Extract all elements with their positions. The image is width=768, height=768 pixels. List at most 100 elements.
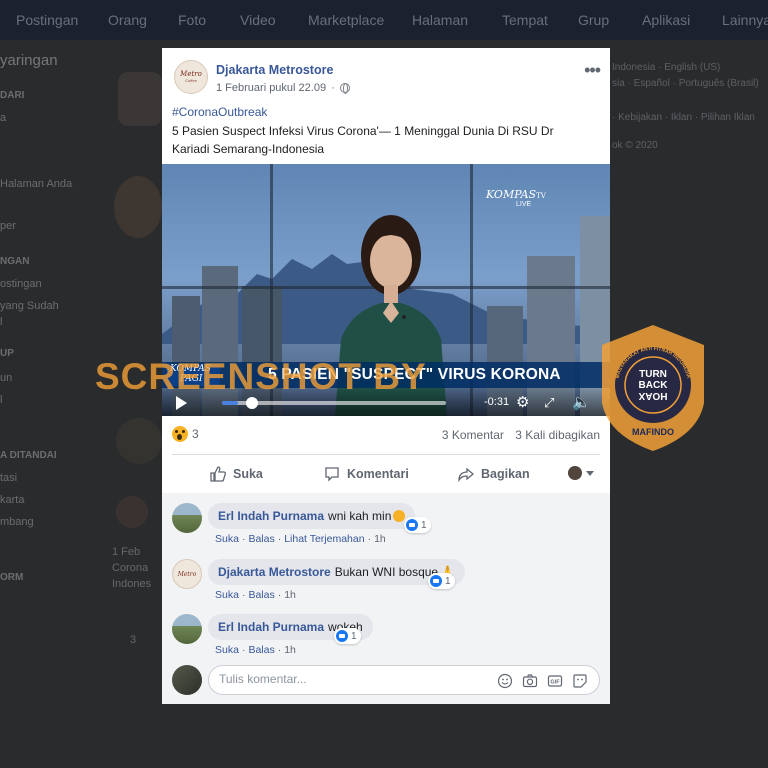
- bg-left-text: yaringan: [0, 52, 58, 69]
- comment-input[interactable]: [219, 672, 489, 686]
- comment-author-link[interactable]: Djakarta Metrostore: [218, 565, 331, 579]
- gif-icon[interactable]: GIF: [547, 673, 563, 689]
- bg-nav-item: Orang: [108, 12, 147, 28]
- current-user-avatar[interactable]: [172, 665, 202, 695]
- post-actions: Suka Komentari Bagikan: [172, 460, 600, 488]
- bg-nav-item: Tempat: [502, 12, 548, 28]
- comment-like-count: 1: [421, 519, 427, 531]
- bg-left-text: NGAN: [0, 256, 30, 267]
- bg-post-date: 1 Feb: [112, 546, 141, 558]
- bg-left-text: l: [0, 316, 3, 328]
- like-reaction-icon: [406, 519, 418, 531]
- hashtag-link[interactable]: #CoronaOutbreak: [172, 105, 267, 119]
- bg-nav-item: Postingan: [16, 12, 79, 28]
- bg-nav-item: Marketplace: [308, 12, 385, 28]
- comment-time[interactable]: 1h: [284, 589, 296, 601]
- comment-like-link[interactable]: Suka: [215, 533, 239, 545]
- commenter-avatar[interactable]: [172, 614, 202, 644]
- emoji-icon[interactable]: [497, 673, 513, 689]
- bg-left-text: l: [0, 394, 3, 406]
- comment-text: wni kah min: [328, 509, 392, 523]
- bg-left-text: per: [0, 220, 16, 232]
- video-progress-handle[interactable]: [246, 397, 258, 409]
- comment-like-count: 1: [445, 575, 451, 587]
- settings-gear-icon[interactable]: ⚙: [516, 393, 529, 411]
- comment-like-badge[interactable]: 1: [334, 628, 361, 644]
- comment-like-count: 1: [351, 630, 357, 642]
- comment-meta: Suka · Balas · Lihat Terjemahan · 1h: [215, 533, 386, 545]
- comment-button[interactable]: Komentari: [324, 466, 409, 482]
- camera-icon[interactable]: [522, 673, 538, 689]
- see-translation-link[interactable]: Lihat Terjemahan: [284, 533, 364, 545]
- divider: [172, 454, 600, 455]
- bg-post-count: 3: [130, 634, 137, 646]
- kompas-tv-logo: KOMPASTV LIVE: [486, 188, 546, 208]
- bg-footer-text: Indonesia · English (US): [612, 62, 721, 73]
- share-count-link[interactable]: 3 Kali dibagikan: [515, 428, 600, 442]
- comment-reply-link[interactable]: Balas: [248, 589, 274, 601]
- bg-left-text: ORM: [0, 572, 24, 583]
- comment-meta: Suka · Balas · 1h: [215, 644, 296, 656]
- bg-left-text: Halaman Anda: [0, 178, 73, 190]
- reaction-count[interactable]: 3: [192, 427, 199, 441]
- comment-author-link[interactable]: Erl Indah Purnama: [218, 620, 324, 634]
- bg-left-text: mbang: [0, 516, 34, 528]
- badge-text: TURN: [639, 369, 667, 380]
- volume-icon[interactable]: 🔈: [572, 393, 591, 411]
- post-timestamp[interactable]: 1 Februari pukul 22.09: [216, 82, 326, 94]
- comment-as-selector[interactable]: [568, 466, 594, 480]
- share-button[interactable]: Bagikan: [458, 466, 530, 482]
- svg-text:GIF: GIF: [550, 680, 560, 686]
- like-button[interactable]: Suka: [210, 466, 263, 482]
- comment-time[interactable]: 1h: [374, 533, 386, 545]
- comment-like-link[interactable]: Suka: [215, 644, 239, 656]
- comment-time[interactable]: 1h: [284, 644, 296, 656]
- bg-footer-text: · Kebijakan · Iklan · Pilihan Iklan: [612, 112, 755, 123]
- background-topbar: Postingan Orang Foto Video Marketplace H…: [0, 0, 768, 40]
- bg-left-text: A DITANDAI: [0, 450, 57, 461]
- globe-icon: [339, 83, 350, 94]
- post-header: Metro Coffee Djakarta Metrostore 1 Febru…: [162, 48, 610, 104]
- bg-left-text: DARI: [0, 90, 25, 101]
- comments-section: Erl Indah Purnama wni kah min 1 Suka · Bala…: [162, 493, 610, 704]
- comment-count-link[interactable]: 3 Komentar: [442, 428, 504, 442]
- more-options-icon[interactable]: •••: [584, 60, 601, 81]
- badge-bottom-text: MAFINDO: [632, 427, 674, 437]
- fullscreen-icon[interactable]: ⤢: [544, 395, 554, 411]
- chevron-down-icon: [586, 470, 594, 476]
- page-name-link[interactable]: Djakarta Metrostore: [216, 63, 333, 77]
- channel-logo-suffix: TV: [536, 192, 546, 200]
- commenter-avatar[interactable]: [172, 503, 202, 533]
- comment-reply-link[interactable]: Balas: [248, 644, 274, 656]
- page-avatar[interactable]: Metro Coffee: [174, 60, 208, 94]
- comment-meta: Suka · Balas · 1h: [215, 589, 296, 601]
- bg-left-text: a: [0, 112, 7, 124]
- comment-input-box[interactable]: GIF: [208, 665, 600, 695]
- wow-reaction-icon[interactable]: [172, 426, 188, 442]
- like-reaction-icon: [336, 630, 348, 642]
- sticker-icon[interactable]: [572, 673, 588, 689]
- play-icon[interactable]: [176, 396, 187, 410]
- video-progress-bar[interactable]: [222, 397, 446, 409]
- video-time-remaining: -0:31: [484, 396, 510, 408]
- commenter-avatar[interactable]: Metro: [172, 559, 202, 589]
- share-arrow-icon: [458, 467, 474, 482]
- bg-avatar: [114, 176, 162, 238]
- bg-footer-text: ok © 2020: [612, 140, 658, 151]
- comment-like-link[interactable]: Suka: [215, 589, 239, 601]
- bg-left-text: un: [0, 372, 13, 384]
- comment-reply-link[interactable]: Balas: [248, 533, 274, 545]
- comment-composer: GIF: [172, 665, 602, 697]
- bg-left-text: ostingan: [0, 278, 42, 290]
- comment-bubble-icon: [325, 467, 339, 482]
- screenshot-watermark: SCREENSHOT BY: [95, 356, 427, 397]
- comment-like-badge[interactable]: 1: [428, 573, 455, 589]
- comment-bubble: Erl Indah Purnama wni kah min: [208, 503, 416, 529]
- channel-logo-text: KOMPAS: [486, 188, 537, 201]
- comment-like-badge[interactable]: 1: [404, 517, 431, 533]
- badge-text: HOAX: [638, 390, 667, 401]
- comment-bubble: Djakarta Metrostore Bukan WNI bosque 🙏: [208, 559, 466, 585]
- bg-nav-item: Foto: [178, 12, 207, 28]
- like-label: Suka: [233, 467, 263, 481]
- comment-author-link[interactable]: Erl Indah Purnama: [218, 509, 324, 523]
